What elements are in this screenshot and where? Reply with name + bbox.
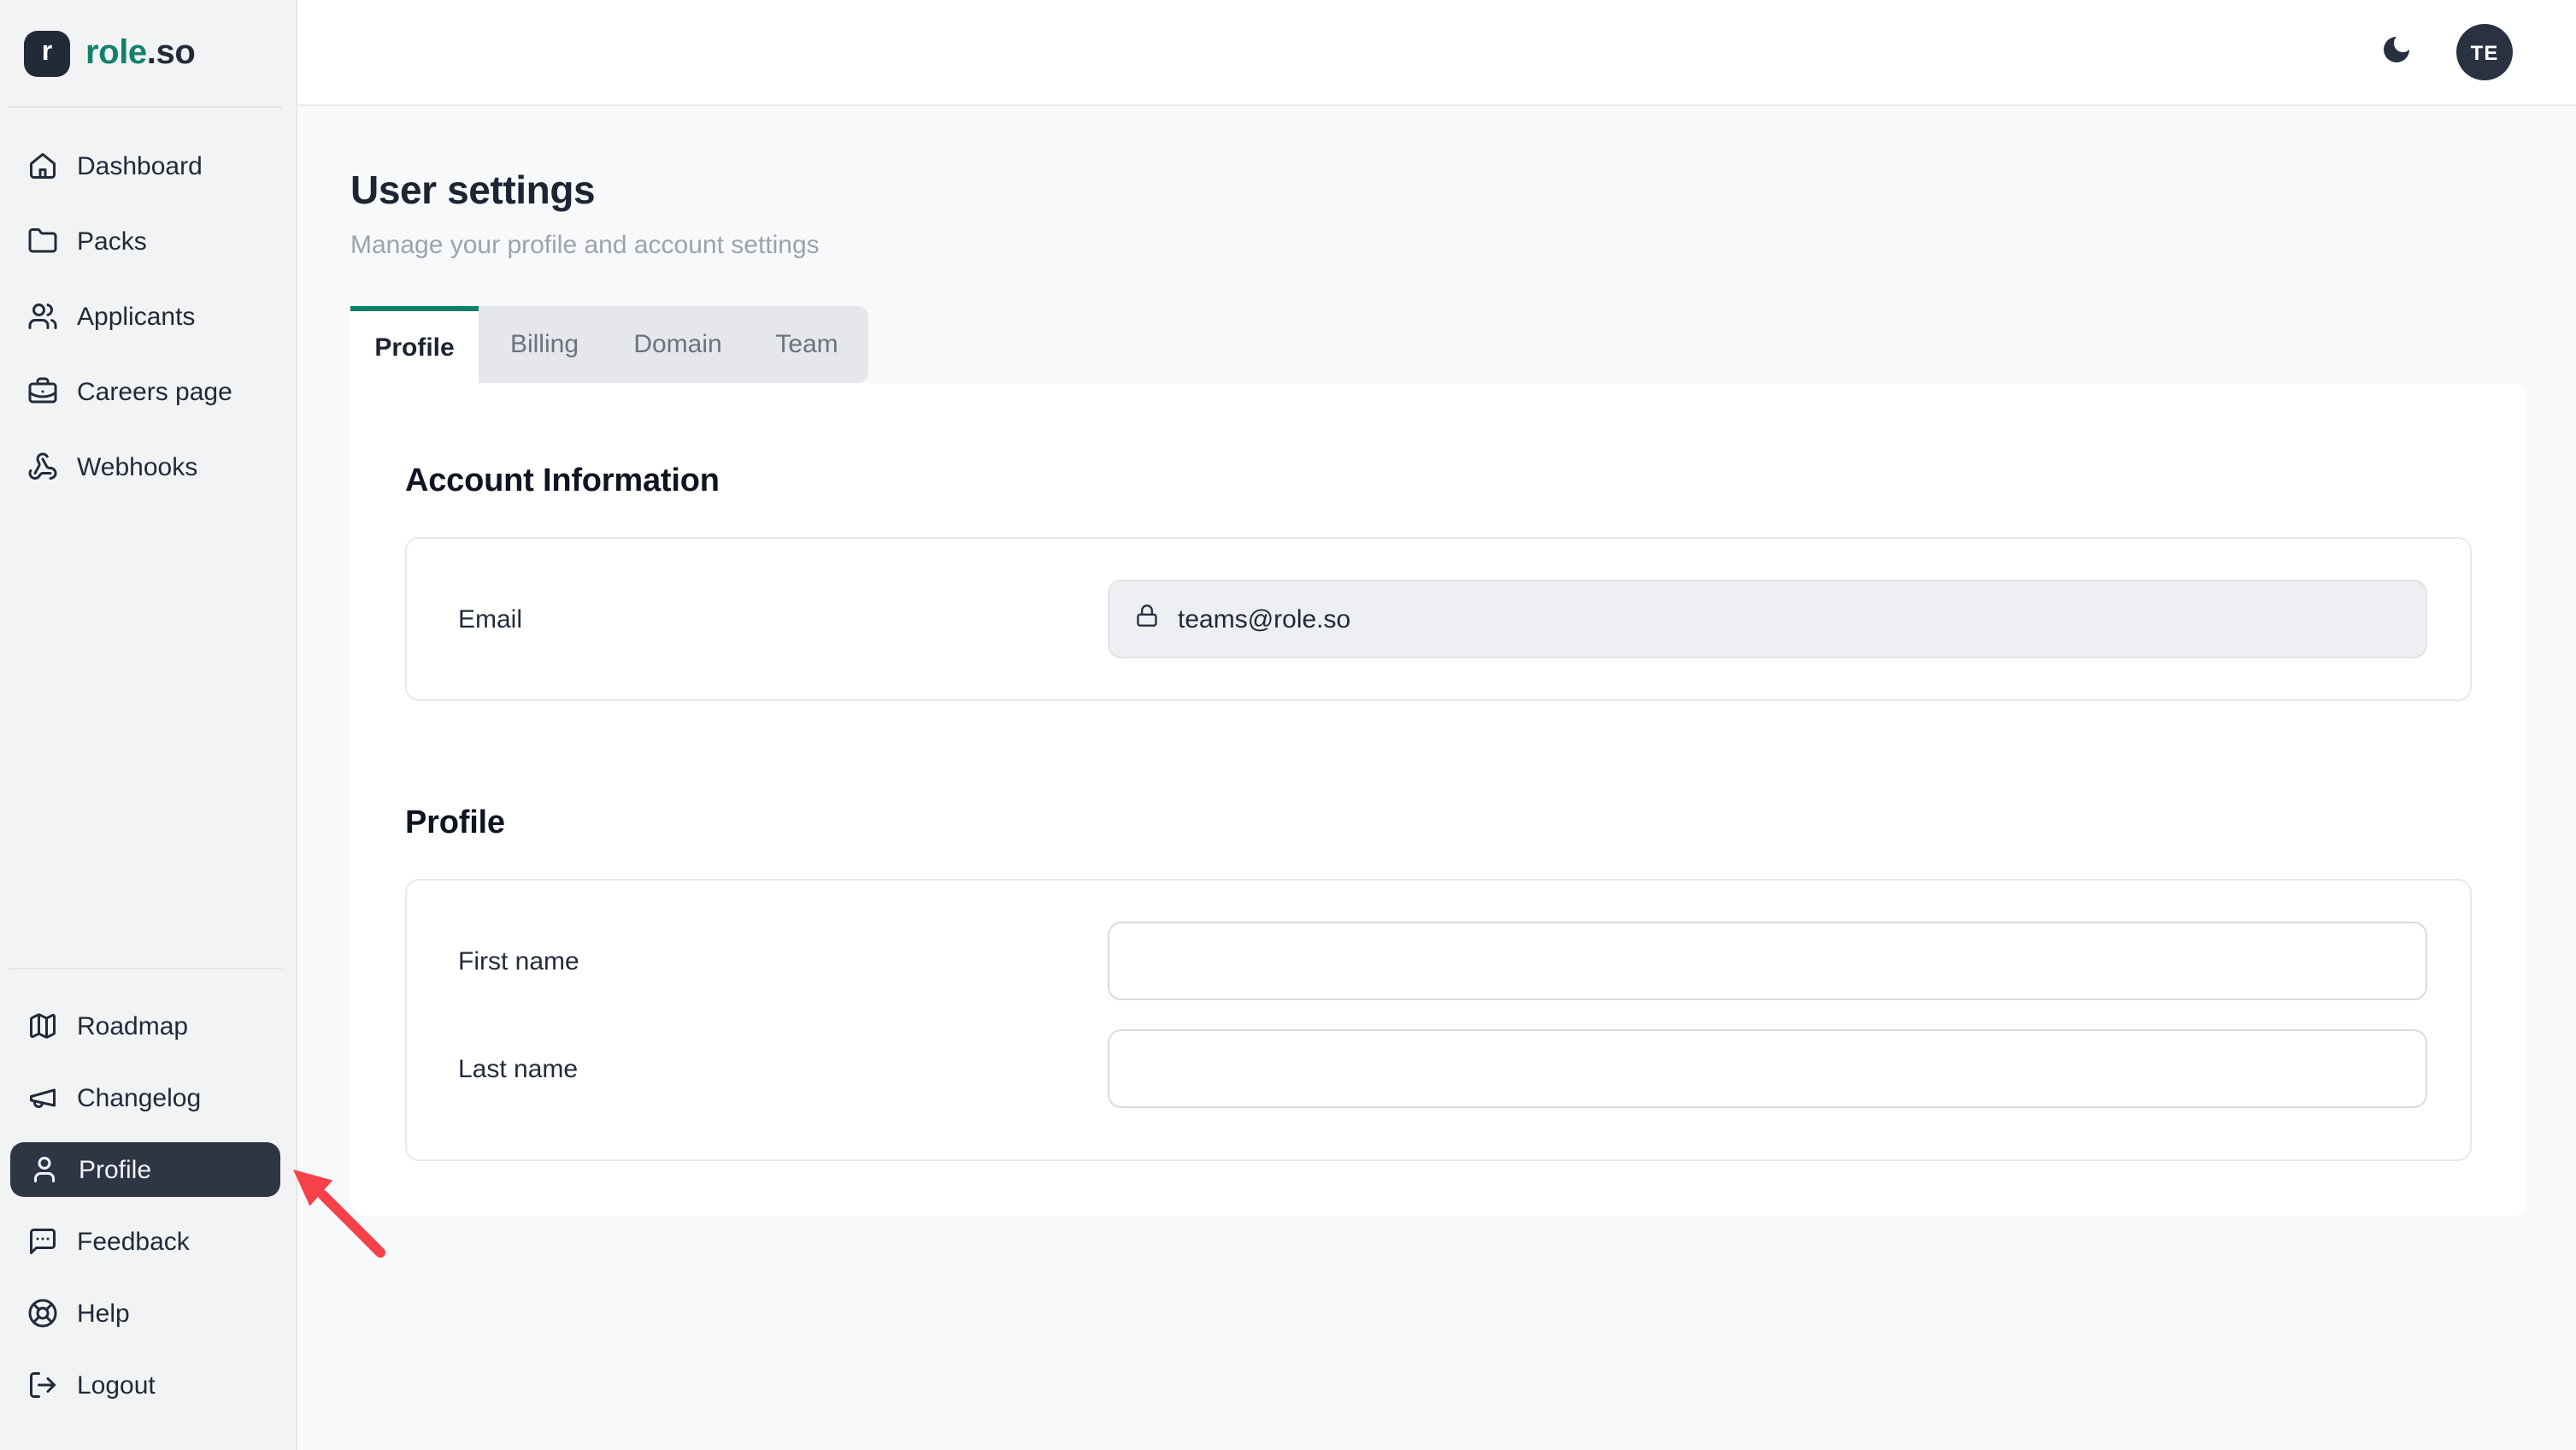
users-icon — [27, 301, 58, 332]
sidebar-item-label: Applicants — [77, 302, 195, 331]
last-name-field[interactable] — [1108, 1029, 2427, 1108]
last-name-label: Last name — [458, 1054, 578, 1083]
sidebar: r role.so Dashboard Packs — [0, 0, 297, 1450]
lock-icon — [1135, 603, 1159, 635]
account-information-title: Account Information — [405, 463, 2472, 501]
logo[interactable]: r role.so — [0, 0, 296, 106]
sidebar-item-label: Careers page — [77, 377, 232, 406]
first-name-label: First name — [458, 946, 579, 976]
last-name-row: Last name — [458, 1029, 2427, 1108]
sidebar-header-divider — [9, 106, 282, 108]
logo-letter: r — [42, 38, 52, 68]
webhook-icon — [27, 451, 58, 482]
sidebar-item-help[interactable]: Help — [0, 1277, 296, 1349]
sidebar-item-changelog[interactable]: Changelog — [0, 1062, 296, 1134]
sidebar-item-roadmap[interactable]: Roadmap — [0, 990, 296, 1062]
sidebar-item-packs[interactable]: Packs — [0, 203, 296, 279]
life-buoy-icon — [27, 1298, 58, 1329]
tab-domain[interactable]: Domain — [610, 306, 745, 383]
sidebar-item-label: Changelog — [77, 1083, 201, 1112]
email-label: Email — [458, 604, 522, 634]
sidebar-item-label: Logout — [77, 1370, 156, 1400]
logo-icon: r — [24, 30, 70, 76]
sidebar-item-dashboard[interactable]: Dashboard — [0, 128, 296, 203]
first-name-field[interactable] — [1108, 922, 2427, 1000]
sidebar-item-label: Profile — [79, 1155, 151, 1184]
sidebar-item-profile[interactable]: Profile — [10, 1142, 280, 1197]
sidebar-item-webhooks[interactable]: Webhooks — [0, 429, 296, 504]
brand-name: role.so — [85, 33, 195, 73]
dark-mode-toggle[interactable] — [2378, 33, 2415, 71]
page-subtitle: Manage your profile and account settings — [350, 231, 2576, 260]
sidebar-item-feedback[interactable]: Feedback — [0, 1205, 296, 1277]
profile-tab-panel: Account Information Email teams@role.so … — [350, 383, 2526, 1216]
home-icon — [27, 150, 58, 181]
tab-team[interactable]: Team — [745, 306, 868, 383]
sidebar-item-label: Webhooks — [77, 452, 197, 481]
inactive-tab-group: Billing Domain Team — [479, 306, 868, 383]
sidebar-item-applicants[interactable]: Applicants — [0, 279, 296, 354]
moon-icon — [2379, 32, 2414, 72]
sidebar-footer-nav: Roadmap Changelog Profile Feedback — [0, 990, 296, 1421]
content: User settings Manage your profile and ac… — [297, 168, 2576, 1216]
briefcase-icon — [27, 376, 58, 407]
sidebar-item-label: Help — [77, 1299, 130, 1328]
tab-billing[interactable]: Billing — [479, 306, 610, 383]
map-icon — [27, 1011, 58, 1041]
sidebar-item-logout[interactable]: Logout — [0, 1349, 296, 1421]
profile-card: First name Last name — [405, 879, 2472, 1161]
top-bar: TE — [297, 0, 2576, 106]
sidebar-item-label: Packs — [77, 227, 147, 256]
app: r role.so Dashboard Packs — [0, 0, 2576, 1450]
folder-icon — [27, 226, 58, 256]
sidebar-item-careers-page[interactable]: Careers page — [0, 354, 296, 429]
logout-icon — [27, 1370, 58, 1400]
user-icon — [29, 1154, 60, 1185]
sidebar-item-label: Feedback — [77, 1227, 190, 1256]
sidebar-divider — [9, 968, 282, 970]
megaphone-icon — [27, 1082, 58, 1113]
chat-bubble-icon — [27, 1226, 58, 1257]
sidebar-item-label: Dashboard — [77, 151, 203, 180]
settings-tabs: Profile Billing Domain Team — [350, 306, 2576, 383]
account-information-card: Email teams@role.so — [405, 537, 2472, 701]
main-area: TE User settings Manage your profile and… — [297, 0, 2576, 1450]
page-title: User settings — [350, 168, 2576, 214]
sidebar-main-nav: Dashboard Packs Applicants Careers page — [0, 128, 296, 504]
avatar-initials: TE — [2471, 40, 2499, 64]
sidebar-item-label: Roadmap — [77, 1011, 188, 1040]
profile-section-title: Profile — [405, 805, 2472, 843]
first-name-row: First name — [458, 922, 2427, 1000]
email-field: teams@role.so — [1108, 580, 2427, 658]
tab-profile[interactable]: Profile — [350, 306, 479, 383]
email-value: teams@role.so — [1178, 604, 1350, 634]
avatar[interactable]: TE — [2456, 24, 2513, 80]
